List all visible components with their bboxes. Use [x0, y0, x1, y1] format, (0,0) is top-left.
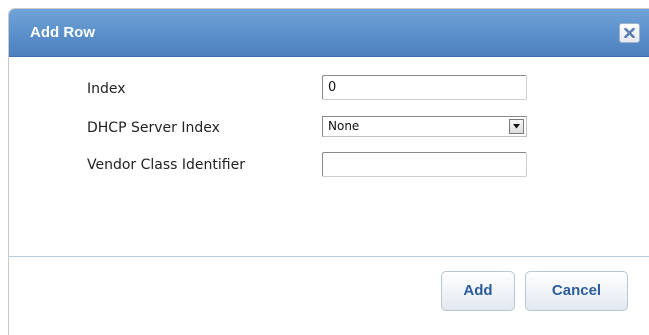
dialog-title: Add Row — [30, 24, 95, 41]
dhcp-server-index-label: DHCP Server Index — [87, 120, 220, 136]
add-row-dialog: Add Row Index DHCP Server Index None Ven… — [8, 8, 649, 335]
vendor-class-identifier-label: Vendor Class Identifier — [87, 157, 245, 173]
dialog-title-bar[interactable]: Add Row — [9, 9, 649, 57]
vendor-class-identifier-input[interactable] — [322, 152, 527, 177]
index-label: Index — [87, 81, 126, 97]
index-input[interactable] — [322, 75, 527, 100]
close-button[interactable] — [619, 23, 640, 43]
chevron-down-icon — [513, 124, 520, 129]
cancel-button[interactable]: Cancel — [525, 271, 628, 311]
dhcp-server-index-select[interactable]: None — [322, 116, 527, 137]
footer-divider — [9, 256, 649, 257]
dropdown-button[interactable] — [509, 119, 524, 134]
add-button[interactable]: Add — [441, 271, 515, 311]
close-icon — [624, 28, 635, 38]
dhcp-server-index-selected: None — [328, 119, 360, 133]
